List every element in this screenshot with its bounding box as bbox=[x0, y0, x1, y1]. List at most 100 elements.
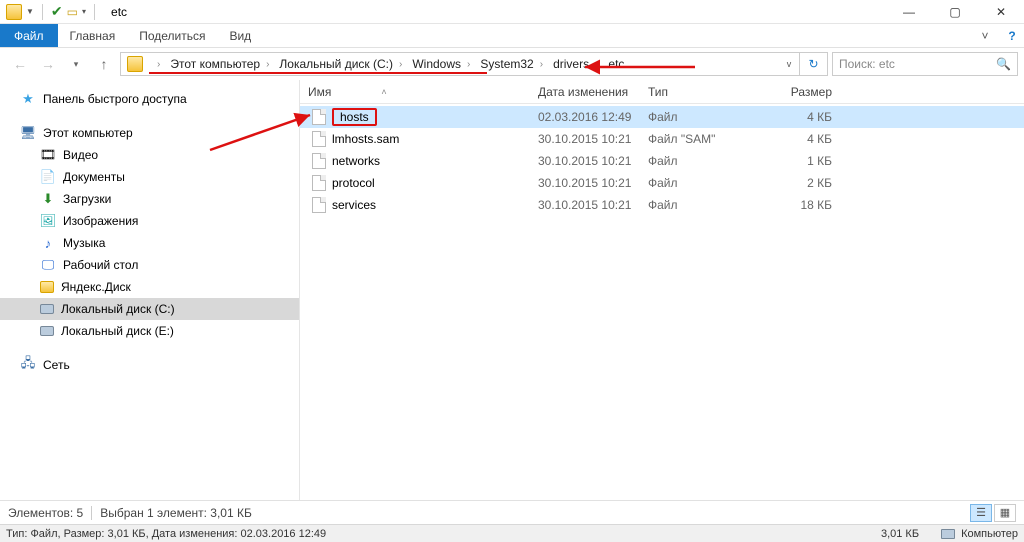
sidebar-item-quick-access[interactable]: ★ Панель быстрого доступа bbox=[0, 88, 299, 110]
column-header-date[interactable]: Дата изменения bbox=[530, 85, 640, 99]
minimize-button[interactable]: — bbox=[886, 0, 932, 24]
sidebar-item-documents[interactable]: 📄 Документы bbox=[0, 166, 299, 188]
file-size: 18 КБ bbox=[750, 198, 850, 212]
new-folder-icon[interactable]: ▭ bbox=[67, 5, 78, 19]
status-selection: Выбран 1 элемент: 3,01 КБ bbox=[100, 506, 252, 520]
file-type: Файл bbox=[640, 110, 750, 124]
search-placeholder: Поиск: etc bbox=[839, 57, 895, 71]
status-item-count: Элементов: 5 bbox=[8, 506, 83, 520]
sidebar-item-yandex-disk[interactable]: Яндекс.Диск bbox=[0, 276, 299, 298]
file-row[interactable]: protocol 30.10.2015 10:21 Файл 2 КБ bbox=[300, 172, 1024, 194]
images-icon: 🖼 bbox=[40, 213, 56, 229]
breadcrumb-segment[interactable]: etc bbox=[606, 53, 626, 75]
file-icon bbox=[312, 109, 326, 125]
file-row[interactable]: networks 30.10.2015 10:21 Файл 1 КБ bbox=[300, 150, 1024, 172]
column-header-size[interactable]: Размер bbox=[750, 85, 850, 99]
file-list: hosts 02.03.2016 12:49 Файл 4 КБ lmhosts… bbox=[300, 104, 1024, 216]
details-location: Компьютер bbox=[961, 528, 1018, 540]
file-tab[interactable]: Файл bbox=[0, 24, 58, 47]
search-input[interactable]: Поиск: etc 🔍 bbox=[832, 52, 1018, 76]
sidebar-item-label: Рабочий стол bbox=[63, 258, 138, 272]
file-name: services bbox=[332, 198, 376, 212]
file-name: lmhosts.sam bbox=[332, 132, 399, 146]
file-name: networks bbox=[332, 154, 380, 168]
recent-locations-icon[interactable]: ▾ bbox=[64, 52, 88, 76]
sidebar-item-label: Загрузки bbox=[63, 192, 111, 206]
sidebar-item-pictures[interactable]: 🖼 Изображения bbox=[0, 210, 299, 232]
doc-icon: 📄 bbox=[40, 169, 56, 185]
column-headers: Имя˄ Дата изменения Тип Размер bbox=[300, 80, 1024, 104]
file-size: 4 КБ bbox=[750, 110, 850, 124]
close-button[interactable]: ✕ bbox=[978, 0, 1024, 24]
sidebar-item-label: Документы bbox=[63, 170, 125, 184]
sidebar-item-label: Музыка bbox=[63, 236, 105, 250]
details-size: 3,01 КБ bbox=[881, 528, 919, 540]
file-type: Файл bbox=[640, 198, 750, 212]
sidebar-item-label: Сеть bbox=[43, 358, 70, 372]
sidebar-item-label: Панель быстрого доступа bbox=[43, 92, 187, 106]
file-date: 30.10.2015 10:21 bbox=[530, 176, 640, 190]
file-row[interactable]: services 30.10.2015 10:21 Файл 18 КБ bbox=[300, 194, 1024, 216]
sidebar-item-videos[interactable]: 🎞Видео bbox=[0, 144, 299, 166]
quick-access-toolbar: ▼ ✔ ▭ ▾ bbox=[0, 3, 99, 20]
sidebar-item-local-disk-c[interactable]: Локальный диск (C:) bbox=[0, 298, 299, 320]
sidebar-item-music[interactable]: ♪Музыка bbox=[0, 232, 299, 254]
file-date: 30.10.2015 10:21 bbox=[530, 198, 640, 212]
view-large-icons-button[interactable]: ▦ bbox=[994, 504, 1016, 522]
file-name: protocol bbox=[332, 176, 375, 190]
qat-dropdown-icon[interactable]: ▼ bbox=[26, 7, 34, 16]
sidebar-item-label: Этот компьютер bbox=[43, 126, 133, 140]
sidebar-item-label: Изображения bbox=[63, 214, 138, 228]
back-button[interactable]: ← bbox=[8, 52, 32, 76]
properties-icon[interactable]: ✔ bbox=[51, 3, 63, 20]
column-header-name[interactable]: Имя˄ bbox=[300, 85, 530, 99]
file-date: 02.03.2016 12:49 bbox=[530, 110, 640, 124]
up-button[interactable]: ↑ bbox=[92, 52, 116, 76]
desktop-icon: 🖵 bbox=[40, 257, 56, 273]
file-name: hosts bbox=[332, 108, 377, 126]
status-bar: Элементов: 5 Выбран 1 элемент: 3,01 КБ ☰… bbox=[0, 500, 1024, 524]
file-view: Имя˄ Дата изменения Тип Размер hosts 02.… bbox=[300, 80, 1024, 510]
disk-icon bbox=[40, 326, 54, 336]
sort-asc-icon: ˄ bbox=[381, 87, 386, 97]
file-row[interactable]: lmhosts.sam 30.10.2015 10:21 Файл "SAM" … bbox=[300, 128, 1024, 150]
breadcrumb-segment[interactable]: drivers› bbox=[551, 53, 606, 75]
tab-home[interactable]: Главная bbox=[58, 24, 128, 47]
window-title: etc bbox=[111, 5, 127, 19]
refresh-button[interactable]: ↻ bbox=[799, 53, 827, 75]
pc-icon bbox=[941, 529, 955, 539]
addressbar-dropdown-icon[interactable]: v bbox=[779, 59, 799, 69]
help-icon[interactable]: ? bbox=[1000, 24, 1024, 47]
breadcrumb-segment[interactable]: System32› bbox=[478, 53, 551, 75]
qat-more-icon[interactable]: ▾ bbox=[82, 7, 86, 16]
column-header-type[interactable]: Тип bbox=[640, 85, 750, 99]
tab-share[interactable]: Поделиться bbox=[127, 24, 217, 47]
folder-icon[interactable] bbox=[6, 4, 22, 20]
tab-view[interactable]: Вид bbox=[217, 24, 263, 47]
ribbon-tabs: Файл Главная Поделиться Вид ˅ ? bbox=[0, 24, 1024, 48]
file-row[interactable]: hosts 02.03.2016 12:49 Файл 4 КБ bbox=[300, 106, 1024, 128]
sidebar-item-local-disk-e[interactable]: Локальный диск (E:) bbox=[0, 320, 299, 342]
title-bar: ▼ ✔ ▭ ▾ etc — ▢ ✕ bbox=[0, 0, 1024, 24]
file-type: Файл "SAM" bbox=[640, 132, 750, 146]
sidebar-item-desktop[interactable]: 🖵 Рабочий стол bbox=[0, 254, 299, 276]
file-icon bbox=[312, 153, 326, 169]
details-text: Тип: Файл, Размер: 3,01 КБ, Дата изменен… bbox=[6, 528, 326, 540]
maximize-button[interactable]: ▢ bbox=[932, 0, 978, 24]
sidebar-item-label: Локальный диск (E:) bbox=[61, 324, 174, 338]
ribbon-expand-icon[interactable]: ˅ bbox=[970, 24, 1000, 47]
details-bar: Тип: Файл, Размер: 3,01 КБ, Дата изменен… bbox=[0, 524, 1024, 542]
sidebar-item-network[interactable]: 🖧Сеть bbox=[0, 354, 299, 376]
sidebar-item-downloads[interactable]: ⬇Загрузки bbox=[0, 188, 299, 210]
search-icon: 🔍 bbox=[996, 57, 1011, 71]
forward-button[interactable]: → bbox=[36, 52, 60, 76]
file-icon bbox=[312, 197, 326, 213]
file-date: 30.10.2015 10:21 bbox=[530, 132, 640, 146]
file-icon bbox=[312, 175, 326, 191]
view-details-button[interactable]: ☰ bbox=[970, 504, 992, 522]
sidebar-item-this-pc[interactable]: 🖥 Этот компьютер bbox=[0, 122, 299, 144]
sidebar-item-label: Яндекс.Диск bbox=[61, 280, 131, 294]
address-bar[interactable]: › Этот компьютер› Локальный диск (C:)› W… bbox=[120, 52, 828, 76]
file-size: 1 КБ bbox=[750, 154, 850, 168]
pc-icon: 🖥 bbox=[20, 125, 36, 141]
